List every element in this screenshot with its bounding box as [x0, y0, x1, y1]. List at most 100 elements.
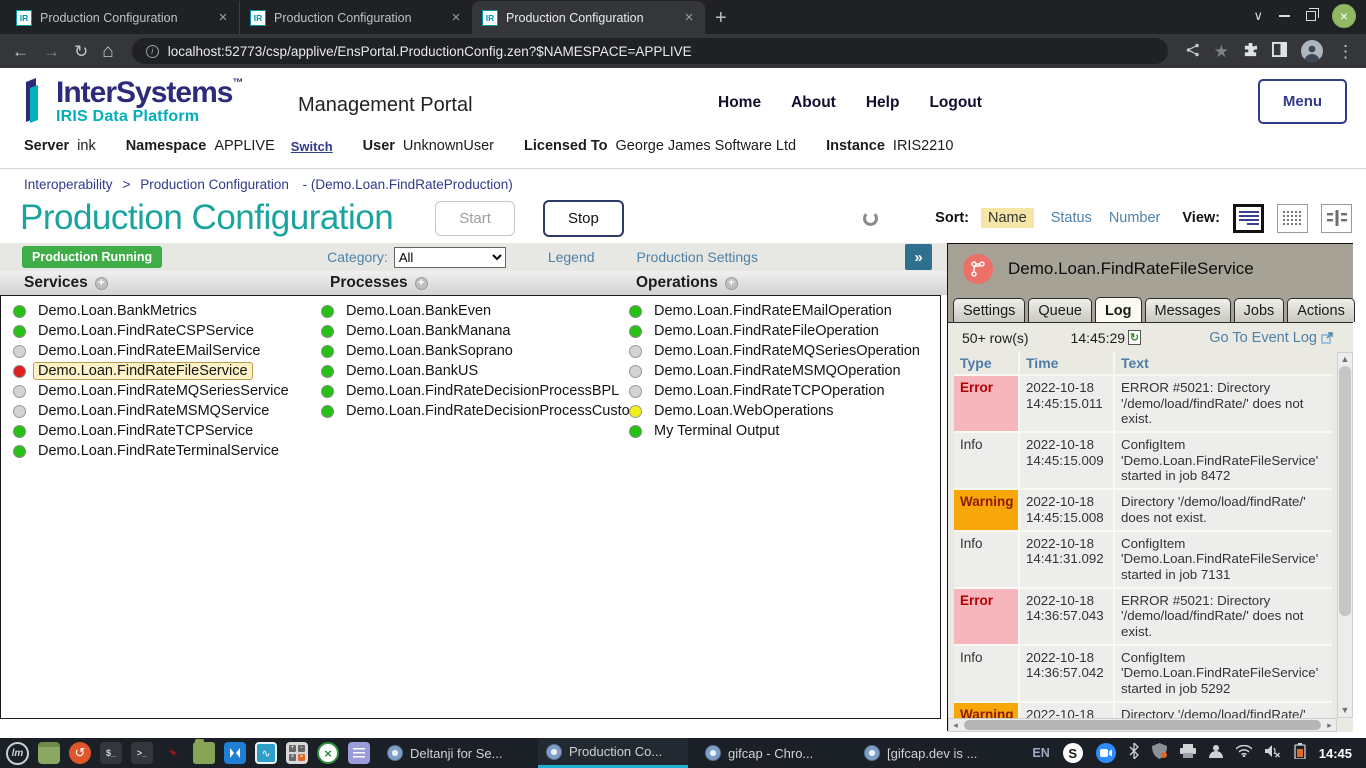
service-item[interactable]: Demo.Loan.FindRateMSMQService: [13, 401, 313, 421]
back-icon[interactable]: ←: [12, 43, 29, 60]
log-vertical-scrollbar[interactable]: ▲ ▼: [1337, 352, 1353, 718]
skype-icon[interactable]: S: [1063, 743, 1083, 763]
battery-icon[interactable]: [1294, 743, 1306, 764]
scroll-right-icon[interactable]: ▸: [1323, 720, 1336, 731]
scroll-left-icon[interactable]: ◂: [949, 720, 962, 731]
taskbar-window-deltanji[interactable]: Deltanji for Se...: [379, 738, 529, 768]
bluetooth-icon[interactable]: [1129, 743, 1139, 764]
scroll-up-icon[interactable]: ▲: [1338, 353, 1352, 366]
sort-by-status[interactable]: Status: [1051, 210, 1092, 226]
file-manager-icon[interactable]: [38, 742, 60, 764]
url-bar[interactable]: i localhost:52773/csp/applive/EnsPortal.…: [132, 38, 1168, 64]
service-item[interactable]: Demo.Loan.FindRateTerminalService: [13, 441, 313, 461]
operation-item[interactable]: Demo.Loan.FindRateTCPOperation: [629, 381, 935, 401]
minimize-icon[interactable]: [1279, 15, 1290, 17]
stop-button[interactable]: Stop: [543, 200, 624, 237]
process-item[interactable]: Demo.Loan.BankManana: [321, 321, 621, 341]
go-to-event-log-link[interactable]: Go To Event Log: [1209, 330, 1333, 346]
breadcrumb-root[interactable]: Interoperability: [24, 177, 113, 192]
home-icon[interactable]: ⌂: [102, 42, 113, 61]
orange-app-icon[interactable]: ↺: [69, 742, 91, 764]
scrollbar-thumb[interactable]: [964, 720, 1321, 730]
extensions-puzzle-icon[interactable]: [1243, 42, 1258, 60]
tab-close-icon[interactable]: ×: [681, 9, 697, 26]
taskbar-window-gifcap[interactable]: gifcap - Chro...: [697, 738, 847, 768]
tab-log[interactable]: Log: [1095, 297, 1142, 322]
menu-button[interactable]: Menu: [1258, 79, 1347, 124]
view-list-button[interactable]: [1233, 204, 1264, 233]
legend-link[interactable]: Legend: [548, 249, 595, 265]
site-info-icon[interactable]: i: [146, 45, 159, 58]
process-item[interactable]: Demo.Loan.FindRateDecisionProcessBPL: [321, 381, 621, 401]
taskbar-window-production[interactable]: Production Co...: [538, 738, 688, 768]
operation-item[interactable]: Demo.Loan.WebOperations: [629, 401, 935, 421]
green-x-circle-icon[interactable]: ×: [317, 742, 339, 764]
new-tab-button[interactable]: +: [705, 7, 739, 34]
service-item-selected[interactable]: Demo.Loan.FindRateFileService: [13, 361, 313, 381]
forward-icon[interactable]: →: [43, 43, 60, 60]
nav-logout[interactable]: Logout: [929, 94, 982, 112]
add-service-button[interactable]: +: [95, 277, 108, 290]
sort-by-number[interactable]: Number: [1109, 210, 1161, 226]
switch-link[interactable]: Switch: [291, 139, 333, 154]
bookmark-star-icon[interactable]: ★: [1214, 43, 1229, 60]
scrollbar-thumb[interactable]: [1339, 366, 1351, 616]
system-monitor-icon[interactable]: ∿: [255, 742, 277, 764]
process-item[interactable]: Demo.Loan.BankEven: [321, 301, 621, 321]
tab-actions[interactable]: Actions: [1287, 298, 1355, 322]
restore-icon[interactable]: [1306, 11, 1316, 21]
log-col-text[interactable]: Text: [1115, 352, 1332, 374]
expand-panel-button[interactable]: »: [905, 244, 932, 270]
operation-item[interactable]: My Terminal Output: [629, 421, 935, 441]
service-item[interactable]: Demo.Loan.FindRateCSPService: [13, 321, 313, 341]
tab-settings[interactable]: Settings: [953, 298, 1025, 322]
shield-icon[interactable]: [1152, 743, 1167, 764]
view-grid-button[interactable]: [1277, 204, 1308, 233]
log-refresh-icon[interactable]: ↻: [1128, 330, 1141, 345]
operation-item[interactable]: Demo.Loan.FindRateEMailOperation: [629, 301, 935, 321]
close-icon[interactable]: ×: [1332, 4, 1356, 28]
production-settings-link[interactable]: Production Settings: [637, 249, 758, 265]
taskbar-window-gifcap-dev[interactable]: [gifcap.dev is ...: [856, 738, 1006, 768]
operation-item[interactable]: Demo.Loan.FindRateFileOperation: [629, 321, 935, 341]
tab-close-icon[interactable]: ×: [215, 9, 231, 26]
zoom-icon[interactable]: [1096, 743, 1116, 763]
start-button[interactable]: Start: [435, 201, 515, 236]
process-item[interactable]: Demo.Loan.BankSoprano: [321, 341, 621, 361]
operation-item[interactable]: Demo.Loan.FindRateMSMQOperation: [629, 361, 935, 381]
nav-about[interactable]: About: [791, 94, 836, 112]
log-col-type[interactable]: Type: [954, 352, 1018, 374]
scroll-down-icon[interactable]: ▼: [1338, 704, 1352, 717]
service-item[interactable]: Demo.Loan.FindRateTCPService: [13, 421, 313, 441]
tab-queue[interactable]: Queue: [1028, 298, 1092, 322]
view-split-button[interactable]: [1321, 204, 1352, 233]
category-select[interactable]: All: [394, 247, 506, 268]
add-process-button[interactable]: +: [415, 277, 428, 290]
side-panel-icon[interactable]: [1272, 42, 1287, 60]
profile-avatar[interactable]: [1301, 40, 1323, 62]
reload-icon[interactable]: ↻: [74, 43, 88, 60]
tab-search-icon[interactable]: ∨: [1253, 8, 1263, 24]
language-indicator[interactable]: EN: [1032, 746, 1049, 760]
user-icon[interactable]: [1209, 744, 1223, 763]
red-zigzag-icon[interactable]: [162, 742, 184, 764]
mint-menu-icon[interactable]: lm: [6, 742, 29, 765]
printer-icon[interactable]: [1180, 744, 1196, 763]
clock[interactable]: 14:45: [1319, 746, 1352, 761]
operation-item[interactable]: Demo.Loan.FindRateMQSeriesOperation: [629, 341, 935, 361]
add-operation-button[interactable]: +: [725, 277, 738, 290]
folder-icon[interactable]: [193, 742, 215, 764]
browser-tab-2[interactable]: IR Production Configuration ×: [239, 1, 472, 34]
process-item[interactable]: Demo.Loan.FindRateDecisionProcessCustom: [321, 401, 621, 421]
sort-by-name[interactable]: Name: [981, 208, 1034, 228]
browser-menu-icon[interactable]: ⋮: [1337, 43, 1354, 60]
nav-help[interactable]: Help: [866, 94, 900, 112]
notes-list-icon[interactable]: [348, 742, 370, 764]
terminal2-icon[interactable]: >_: [131, 742, 153, 764]
terminal-icon[interactable]: $_: [100, 742, 122, 764]
share-icon[interactable]: [1186, 43, 1200, 60]
browser-tab-1[interactable]: IR Production Configuration ×: [6, 1, 239, 34]
blue-app-icon[interactable]: [224, 742, 246, 764]
tab-jobs[interactable]: Jobs: [1234, 298, 1285, 322]
service-item[interactable]: Demo.Loan.FindRateMQSeriesService: [13, 381, 313, 401]
